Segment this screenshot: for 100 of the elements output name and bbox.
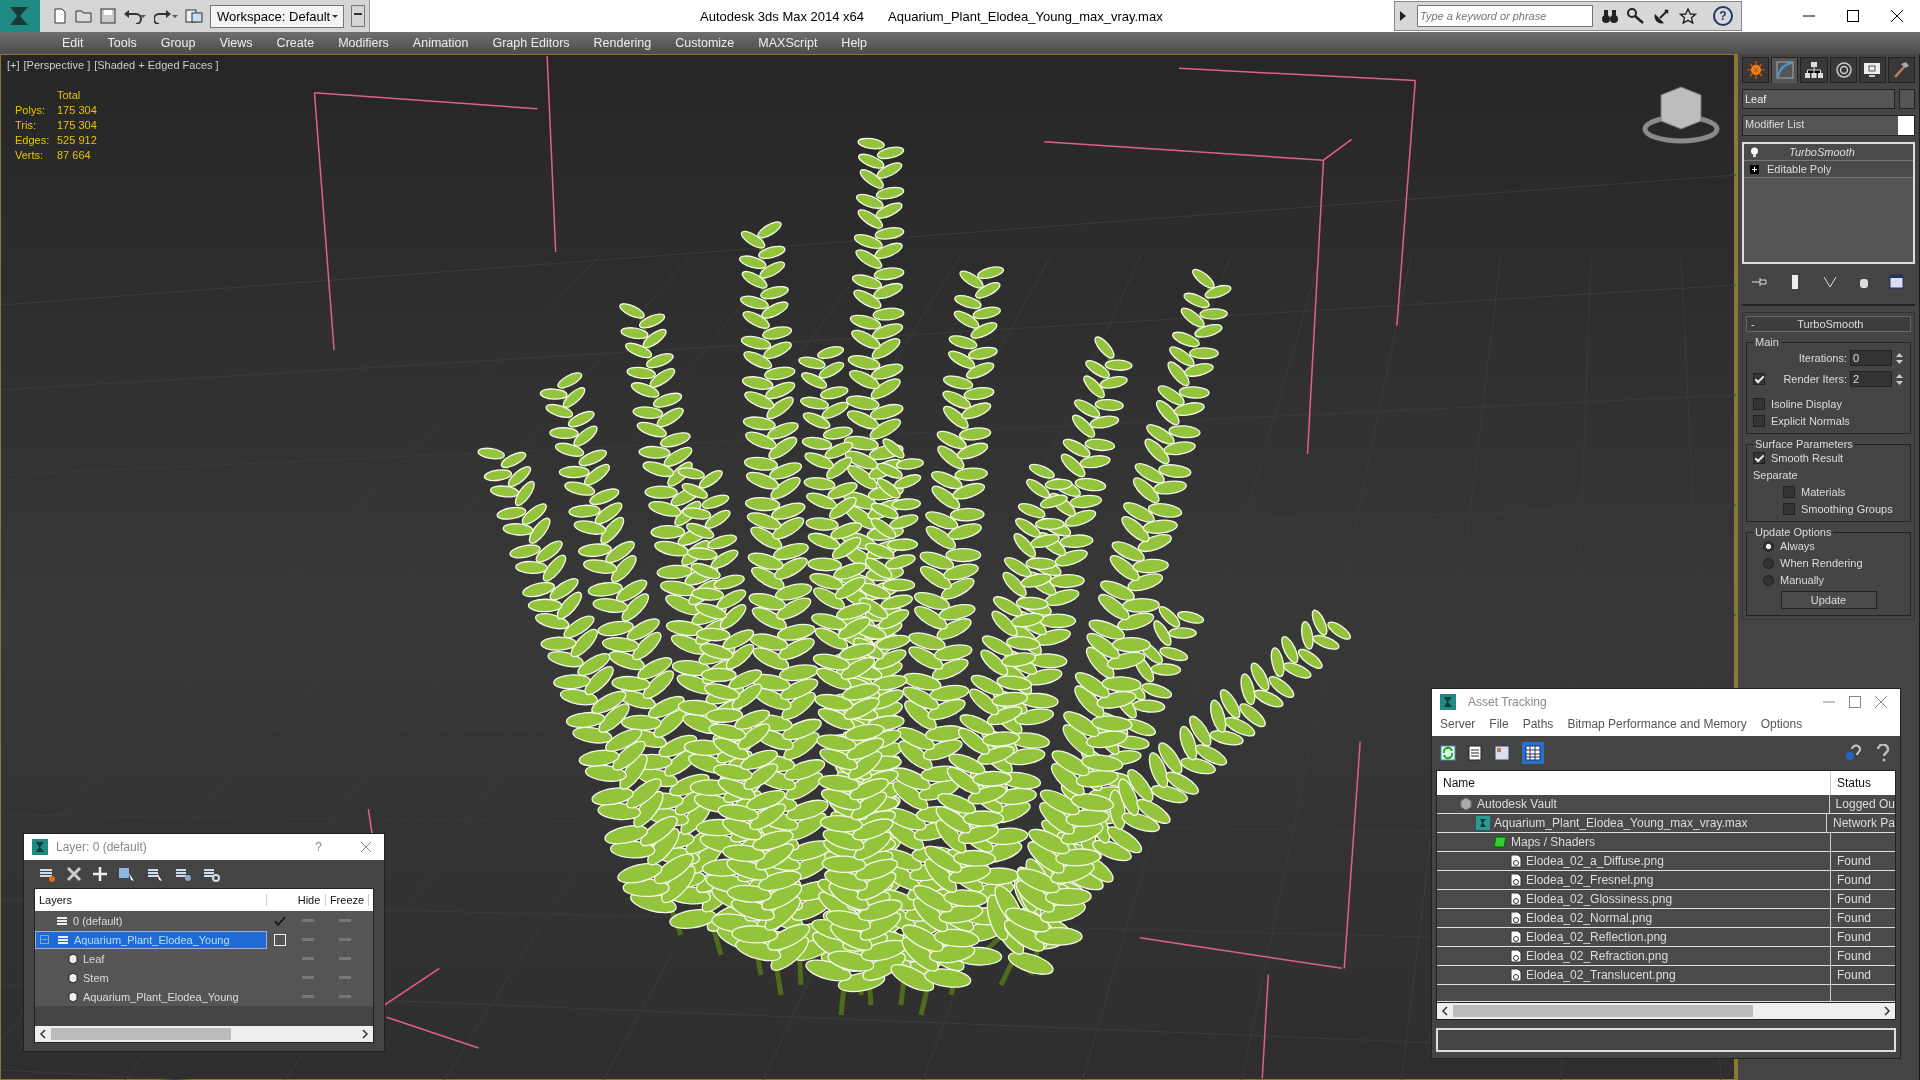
table-view-button[interactable] <box>1522 742 1544 764</box>
layer-item[interactable]: Aquarium_Plant_Elodea_Young <box>35 930 267 949</box>
update-button[interactable]: Update <box>1780 591 1877 609</box>
help-icon[interactable] <box>1874 744 1892 762</box>
search-field[interactable]: Type a keyword or phrase <box>1417 5 1593 27</box>
column-header[interactable]: Layers <box>35 894 267 906</box>
viewcube-icon[interactable] <box>1642 86 1720 144</box>
menu-item[interactable]: Options <box>1760 717 1803 731</box>
checkbox[interactable] <box>1753 452 1765 464</box>
asset-name[interactable]: Elodea_02_Glossiness.png <box>1526 892 1673 906</box>
modify-tab[interactable] <box>1771 57 1799 83</box>
menu-item[interactable]: Tools <box>95 36 149 50</box>
asset-name[interactable]: Elodea_02_Refraction.png <box>1526 949 1669 963</box>
asset-name[interactable]: Elodea_02_Reflection.png <box>1526 930 1667 944</box>
asset-name[interactable]: Maps / Shaders <box>1511 835 1596 849</box>
new-layer-icon[interactable] <box>38 866 56 882</box>
viewport-label[interactable]: [Perspective ] <box>23 59 91 71</box>
help-icon[interactable] <box>1844 744 1862 762</box>
viewport-label[interactable]: [+] <box>7 59 20 71</box>
column-header[interactable]: Freeze <box>326 894 369 906</box>
menu-item[interactable]: Group <box>148 36 208 50</box>
help-button[interactable]: ? <box>1713 6 1733 26</box>
save-icon[interactable] <box>100 8 116 24</box>
menu-item[interactable]: MAXScript <box>746 36 830 50</box>
pin-icon[interactable] <box>1751 276 1768 288</box>
plant-mesh[interactable] <box>477 137 1351 1016</box>
refresh-icon[interactable] <box>1440 745 1456 761</box>
iterations-field[interactable]: 0 <box>1850 350 1892 366</box>
asset-name[interactable]: Elodea_02_Fresnel.png <box>1526 873 1654 887</box>
motion-tab[interactable] <box>1829 57 1857 83</box>
spinner-icon[interactable] <box>1895 371 1904 387</box>
utilities-tab[interactable] <box>1887 57 1916 83</box>
create-tab[interactable] <box>1742 57 1770 83</box>
render-iters-field[interactable]: 2 <box>1850 371 1892 387</box>
layer-settings-icon[interactable] <box>202 866 220 882</box>
menu-item[interactable]: Graph Editors <box>480 36 582 50</box>
menu-item[interactable]: Edit <box>50 36 96 50</box>
help-button[interactable]: ? <box>315 840 322 854</box>
project-folder-icon[interactable] <box>185 8 203 24</box>
radio-button[interactable] <box>1763 540 1774 552</box>
radio-button[interactable] <box>1763 557 1774 569</box>
maximize-icon[interactable] <box>1846 9 1860 23</box>
workspace-dropdown[interactable]: Workspace: Default <box>210 4 344 28</box>
redo-icon[interactable] <box>154 8 178 24</box>
display-tab[interactable] <box>1858 57 1886 83</box>
checkbox[interactable] <box>1753 398 1765 410</box>
lightbulb-icon[interactable] <box>1750 146 1759 158</box>
menu-item[interactable]: Views <box>207 36 265 50</box>
highlight-layer-icon[interactable] <box>174 866 192 882</box>
horizontal-scrollbar[interactable] <box>1437 1002 1895 1019</box>
star-icon[interactable] <box>1679 8 1697 24</box>
menu-item[interactable]: Server <box>1440 717 1476 731</box>
radio-button[interactable] <box>1763 574 1774 586</box>
expand-icon[interactable] <box>1750 164 1759 174</box>
menu-item[interactable]: File <box>1489 717 1509 731</box>
menu-item[interactable]: Help <box>829 36 880 50</box>
modifier-list-dropdown[interactable]: Modifier List <box>1742 115 1915 136</box>
new-file-icon[interactable] <box>52 8 68 24</box>
object-item[interactable]: Stem <box>35 968 267 987</box>
layer-item[interactable]: 0 (default) <box>35 911 267 930</box>
toolbar-menu-icon[interactable] <box>351 5 365 27</box>
close-icon[interactable] <box>1890 9 1904 23</box>
column-header[interactable]: Status <box>1831 776 1872 790</box>
satellite-dish-icon[interactable] <box>1653 8 1671 24</box>
menu-item[interactable]: Paths <box>1522 717 1554 731</box>
binoculars-icon[interactable] <box>1601 8 1619 24</box>
spinner-icon[interactable] <box>1895 350 1904 366</box>
list-icon[interactable] <box>1468 745 1482 761</box>
collapse-toggle[interactable]: - <box>1751 318 1755 330</box>
asset-name[interactable]: Elodea_02_Translucent.png <box>1526 968 1676 982</box>
hierarchy-tab[interactable] <box>1800 57 1828 83</box>
select-objects-icon[interactable] <box>118 866 136 882</box>
checkbox[interactable] <box>1753 415 1765 427</box>
menu-item[interactable]: Rendering <box>581 36 664 50</box>
asset-name[interactable]: Elodea_02_Normal.png <box>1526 911 1653 925</box>
asset-name[interactable]: Autodesk Vault <box>1477 797 1557 811</box>
select-layer-icon[interactable] <box>146 866 164 882</box>
column-header[interactable]: Hide <box>293 894 326 906</box>
asset-name[interactable]: Elodea_02_a_Diffuse.png <box>1526 854 1664 868</box>
undo-icon[interactable] <box>123 8 147 24</box>
app-logo-icon[interactable] <box>0 0 40 32</box>
checkbox[interactable] <box>1753 373 1765 385</box>
delete-icon[interactable] <box>66 866 82 882</box>
path-field[interactable] <box>1436 1028 1896 1052</box>
configure-icon[interactable] <box>1889 274 1906 290</box>
viewport-label[interactable]: [Shaded + Edged Faces ] <box>94 59 219 71</box>
open-folder-icon[interactable] <box>75 8 93 24</box>
horizontal-scrollbar[interactable] <box>35 1026 373 1042</box>
menu-item[interactable]: Animation <box>400 36 481 50</box>
checkmark-icon[interactable] <box>273 915 286 926</box>
current-layer-toggle[interactable] <box>273 933 286 946</box>
menu-item[interactable]: Customize <box>663 36 747 50</box>
object-item[interactable]: Aquarium_Plant_Elodea_Young <box>35 987 267 1006</box>
object-color-swatch[interactable] <box>1899 89 1915 109</box>
object-name-field[interactable]: Leaf <box>1742 89 1895 109</box>
object-item[interactable]: Leaf <box>35 949 267 968</box>
menu-item[interactable]: Modifiers <box>326 36 401 50</box>
add-icon[interactable] <box>92 866 108 882</box>
checkbox[interactable] <box>1783 503 1795 515</box>
checkbox[interactable] <box>1783 486 1795 498</box>
